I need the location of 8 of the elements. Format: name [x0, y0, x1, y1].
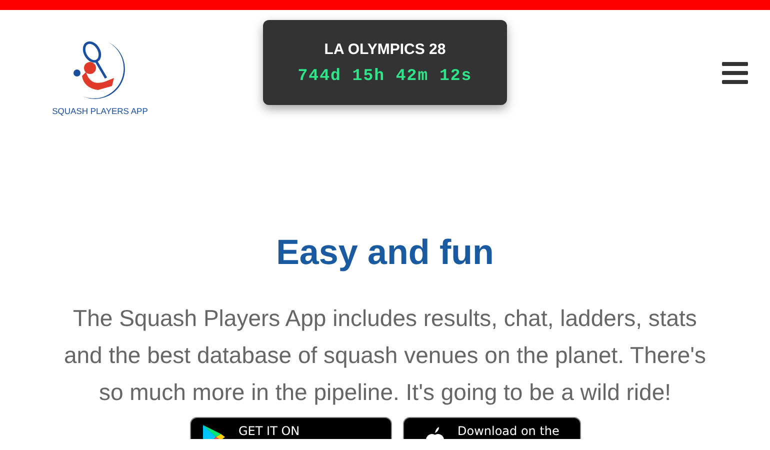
app-store-button[interactable]: Download on the [402, 417, 580, 439]
logo-text: SQUASH PLAYERS APP [52, 106, 148, 116]
intro-paragraph: The Squash Players App includes results, chat, ladders, stats and the best database of squash venues on the planet. There's so much more in the pipeline. It's going to be a wild ride! [62, 304, 708, 407]
countdown-timer: 744d 15h 42m 12s [298, 66, 472, 84]
play-store-button[interactable]: GET IT ON [190, 417, 392, 439]
menu-icon[interactable] [722, 61, 748, 85]
section-heading: Easy and fun [276, 232, 494, 274]
countdown-title: LA OLYMPICS 28 [324, 40, 446, 58]
